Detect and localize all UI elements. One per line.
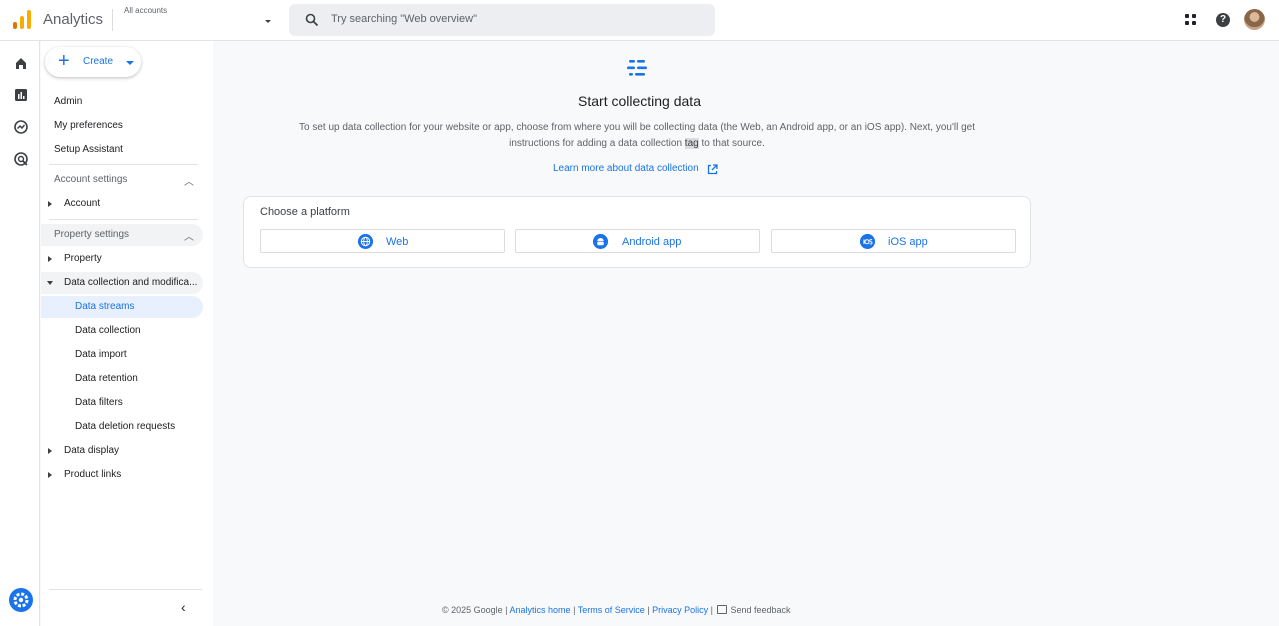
search-bar[interactable]: Try searching "Web overview"	[289, 4, 715, 36]
section-divider	[49, 164, 198, 165]
open-in-new-icon[interactable]	[707, 164, 718, 175]
expand-arrow-icon	[48, 472, 52, 478]
sub-item-label: Data filters	[75, 397, 123, 408]
advertising-icon[interactable]	[13, 151, 29, 167]
description-text: To set up data collection for your websi…	[299, 122, 975, 149]
sub-item-data-collection[interactable]: Data collection	[41, 320, 203, 342]
tree-item-product-links[interactable]: Product links	[41, 464, 203, 486]
description-text-end: to that source.	[698, 138, 765, 149]
sub-item-data-import[interactable]: Data import	[41, 344, 203, 366]
send-feedback-link[interactable]: Send feedback	[730, 605, 790, 615]
sub-item-data-deletion-requests[interactable]: Data deletion requests	[41, 416, 203, 438]
expand-arrow-icon	[48, 201, 52, 207]
feedback-icon[interactable]	[717, 605, 728, 614]
chevron-up-icon: ︿	[184, 177, 194, 188]
analytics-logo-icon[interactable]	[12, 10, 32, 30]
platform-label: Web	[386, 236, 409, 248]
create-label: Create	[83, 56, 114, 67]
account-picker-dropdown-icon[interactable]	[265, 20, 271, 23]
top-bar: Analytics All accounts Try searching "We…	[0, 0, 1279, 41]
chevron-up-icon: ︿	[184, 232, 194, 243]
account-picker-label[interactable]: All accounts	[124, 6, 167, 15]
tree-item-label: Data collection and modifica...	[64, 277, 198, 288]
nav-my-preferences[interactable]: My preferences	[54, 120, 123, 131]
platform-android-button[interactable]: Android app	[515, 229, 760, 253]
copyright-text: © 2025 Google |	[442, 605, 510, 615]
android-icon	[593, 234, 608, 249]
sub-item-label: Data retention	[75, 373, 138, 384]
tree-item-label: Data display	[64, 445, 120, 456]
apps-grid-icon[interactable]	[1185, 14, 1197, 26]
plus-icon: +	[58, 50, 70, 72]
tree-item-label: Account	[64, 198, 101, 209]
data-streams-icon	[627, 60, 647, 76]
account-settings-header[interactable]: Account settings ︿	[41, 169, 203, 191]
sidebar-bottom-divider	[49, 589, 202, 590]
explore-icon[interactable]	[13, 119, 29, 135]
search-icon	[305, 13, 319, 27]
sub-item-data-retention[interactable]: Data retention	[41, 368, 203, 390]
privacy-link[interactable]: Privacy Policy	[652, 605, 708, 615]
app-title: Analytics	[43, 11, 104, 28]
avatar[interactable]	[1244, 9, 1265, 30]
analytics-home-link[interactable]: Analytics home	[510, 605, 571, 615]
choose-platform-card: Choose a platform Web Android app iOS ap…	[243, 196, 1031, 268]
sub-item-data-filters[interactable]: Data filters	[41, 392, 203, 414]
section-divider	[49, 219, 198, 220]
title-divider	[112, 9, 113, 31]
page-description: To set up data collection for your websi…	[280, 120, 994, 152]
page-footer: © 2025 Google | Analytics home | Terms o…	[442, 605, 791, 615]
create-button[interactable]: + Create	[45, 47, 141, 77]
collapse-sidebar-chevron-left-icon[interactable]: ‹	[181, 599, 186, 615]
admin-gear-icon[interactable]	[9, 588, 33, 612]
expand-arrow-icon	[48, 448, 52, 454]
tree-item-account[interactable]: Account	[41, 193, 203, 215]
nav-setup-assistant[interactable]: Setup Assistant	[54, 144, 123, 155]
tree-item-label: Product links	[64, 469, 122, 480]
learn-more-link[interactable]: Learn more about data collection	[553, 163, 699, 174]
search-input[interactable]: Try searching "Web overview"	[331, 13, 477, 25]
page-title: Start collecting data	[578, 93, 701, 109]
terms-link[interactable]: Terms of Service	[578, 605, 645, 615]
sub-item-label: Data collection	[75, 325, 141, 336]
platform-ios-button[interactable]: iOS app	[771, 229, 1016, 253]
tree-item-data-display[interactable]: Data display	[41, 440, 203, 462]
expand-arrow-icon	[48, 256, 52, 262]
platform-label: iOS app	[888, 236, 928, 248]
tree-item-property[interactable]: Property	[41, 248, 203, 270]
property-settings-label: Property settings	[54, 229, 130, 240]
home-icon[interactable]	[13, 55, 29, 71]
sub-item-label: Data streams	[75, 301, 135, 312]
platform-web-button[interactable]: Web	[260, 229, 505, 253]
tree-item-label: Property	[64, 253, 102, 264]
tree-item-data-collection-modification[interactable]: Data collection and modifica...	[41, 272, 203, 294]
sub-item-data-streams[interactable]: Data streams	[41, 296, 203, 318]
sub-item-label: Data import	[75, 349, 127, 360]
account-settings-label: Account settings	[54, 174, 128, 185]
chevron-down-icon	[126, 61, 134, 65]
globe-icon	[358, 234, 373, 249]
admin-sidebar: + Create Admin My preferences Setup Assi…	[41, 41, 213, 626]
ios-icon	[860, 234, 875, 249]
property-settings-header[interactable]: Property settings ︿	[41, 224, 203, 246]
nav-rail	[0, 41, 40, 626]
sub-item-label: Data deletion requests	[75, 421, 176, 432]
platform-heading: Choose a platform	[260, 206, 350, 218]
description-highlight: tag	[684, 138, 699, 149]
collapse-arrow-icon	[47, 281, 53, 285]
help-icon[interactable]: ?	[1216, 13, 1230, 27]
platform-label: Android app	[622, 236, 682, 248]
